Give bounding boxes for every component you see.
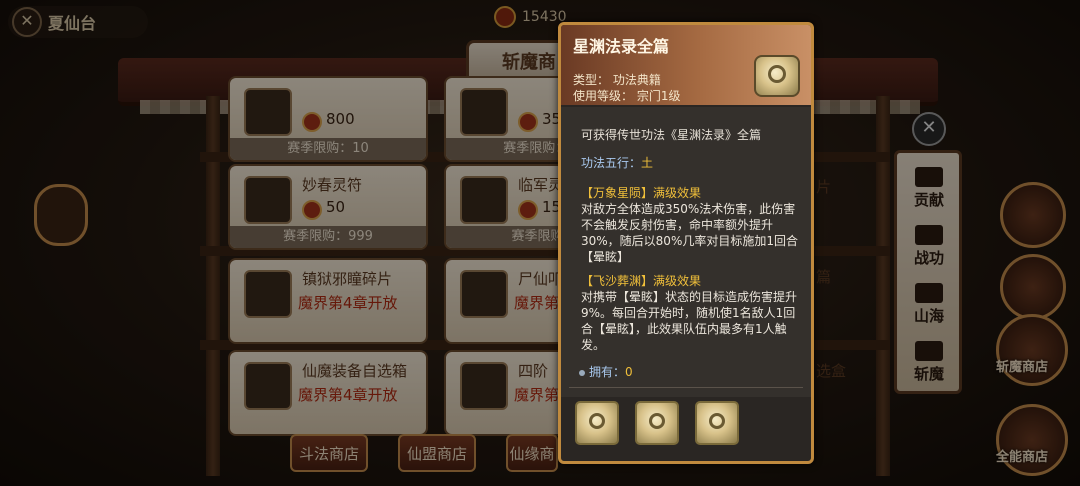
item-price: 800	[326, 110, 355, 128]
effect2-title: 【飞沙葬渊】满级效果	[581, 274, 702, 288]
close-button[interactable]: ✕	[912, 112, 946, 146]
avatar-label: 斩魔商店	[996, 360, 1049, 375]
demon-shop-avatar[interactable]	[996, 314, 1068, 386]
back-label: 夏仙台	[48, 14, 97, 33]
tooltip-body: 可获得传世功法《星渊法录》全篇 功法五行：土 【万象星陨】满级效果 对敌方全体造…	[561, 107, 811, 397]
demon-coin-icon	[518, 112, 538, 132]
back-button[interactable]: ✕ 夏仙台	[8, 6, 148, 38]
avatar-label: 全能商店	[996, 450, 1049, 465]
tooltip-type: 类型： 功法典籍	[573, 73, 661, 87]
shop-scene: ✕ 夏仙台 15430 斩魔商 800 赛季限购：10 35 赛季限购：10 妙…	[0, 0, 1080, 486]
effect2-description: 对携带【晕眩】状态的目标造成伤害提升9%。每回合开始时，随机使1名敌人1回合【晕…	[581, 290, 798, 352]
tooltip-title: 星渊法录全篇	[573, 37, 670, 56]
pavilion-icon	[915, 167, 943, 187]
character-avatar[interactable]	[1000, 254, 1066, 320]
side-tab-merit[interactable]: 战功	[903, 223, 955, 273]
item-name: 尸仙叩	[518, 270, 564, 288]
pavilion-icon	[915, 341, 943, 361]
tab-fate-shop[interactable]: 仙缘商	[506, 434, 558, 472]
chest-icon	[460, 362, 508, 410]
demon-coin-icon	[518, 200, 538, 220]
item-icon	[460, 88, 508, 136]
peek-label: 选盒	[816, 362, 847, 380]
side-tab-label: 斩魔	[913, 365, 944, 383]
unlock-requirement: 魔界第	[514, 386, 560, 404]
scroll-item-icon	[754, 55, 800, 97]
close-icon: ✕	[12, 7, 42, 37]
all-shop-avatar[interactable]	[996, 404, 1068, 476]
demon-coin-icon	[494, 6, 516, 28]
owned-value: 0	[625, 365, 633, 379]
shop-item-card[interactable]: 800 赛季限购：10	[228, 76, 428, 162]
element-line: 功法五行：土	[581, 155, 801, 171]
tab-duel-shop[interactable]: 斗法商店	[290, 434, 368, 472]
item-name: 临军灵	[518, 176, 564, 194]
shop-item-card[interactable]: 镇狱邪瞳碎片 魔界第4章开放	[228, 258, 428, 344]
talisman-icon	[244, 176, 292, 224]
source-item-slot[interactable]	[575, 401, 619, 445]
unlock-requirement: 魔界第4章开放	[298, 386, 398, 404]
side-tab-label: 战功	[913, 249, 944, 267]
item-icon	[244, 362, 292, 410]
shop-item-card[interactable]: 妙春灵符 50 赛季限购：999	[228, 164, 428, 250]
side-tab-contribution[interactable]: 贡献	[903, 165, 955, 215]
book-icon[interactable]	[34, 184, 88, 246]
peek-label: 片	[816, 178, 832, 196]
character-avatar[interactable]	[1000, 182, 1066, 248]
item-price: 50	[326, 198, 346, 216]
unlock-requirement: 魔界第	[514, 294, 560, 312]
effect1-title: 【万象星陨】满级效果	[581, 186, 702, 200]
item-icon	[244, 88, 292, 136]
demon-coin-icon	[302, 200, 322, 220]
source-item-slot[interactable]	[695, 401, 739, 445]
effect1-description: 对敌方全体造成350%法术伤害，此伤害不会触发反射伤害，命中率额外提升30%，随…	[581, 202, 798, 264]
purchase-limit: 赛季限购：999	[230, 226, 426, 248]
item-tooltip: 星渊法录全篇 类型： 功法典籍 使用等级： 宗门1级 可获得传世功法《星渊法录》…	[558, 22, 814, 464]
item-name: 仙魔装备自选箱	[302, 362, 408, 380]
item-name: 妙春灵符	[302, 176, 363, 194]
owned-dot-icon	[579, 369, 585, 376]
side-tab-label: 山海	[913, 307, 944, 325]
item-icon	[244, 270, 292, 318]
purchase-limit: 赛季限购：10	[230, 138, 426, 160]
source-item-slot[interactable]	[635, 401, 679, 445]
tooltip-header: 星渊法录全篇 类型： 功法典籍 使用等级： 宗门1级	[561, 25, 811, 105]
unlock-requirement: 魔界第4章开放	[298, 294, 398, 312]
demon-coin-icon	[302, 112, 322, 132]
currency-display: 15430	[494, 6, 567, 28]
tab-alliance-shop[interactable]: 仙盟商店	[398, 434, 476, 472]
shop-item-card[interactable]: 仙魔装备自选箱 魔界第4章开放	[228, 350, 428, 436]
tooltip-level: 使用等级： 宗门1级	[573, 89, 681, 103]
item-icon	[460, 270, 508, 318]
item-name: 四阶	[518, 362, 549, 380]
peek-label: 篇	[816, 268, 832, 286]
element-value: 土	[641, 156, 654, 170]
obtain-line: 可获得传世功法《星渊法录》全篇	[581, 128, 762, 142]
item-name: 镇狱邪瞳碎片	[302, 270, 393, 288]
owned-count: 拥有：0	[579, 363, 633, 380]
owned-label: 拥有：	[589, 365, 626, 379]
side-tab-demon-slaying[interactable]: 斩魔	[903, 339, 955, 389]
tooltip-divider	[569, 387, 803, 388]
pavilion-icon	[915, 225, 943, 245]
side-tab-panel: 贡献 战功 山海 斩魔	[894, 150, 962, 394]
talisman-icon	[460, 176, 508, 224]
side-tab-mountain-sea[interactable]: 山海	[903, 281, 955, 331]
pavilion-icon	[915, 283, 943, 303]
side-tab-label: 贡献	[913, 191, 944, 209]
element-label: 功法五行：	[581, 156, 642, 170]
